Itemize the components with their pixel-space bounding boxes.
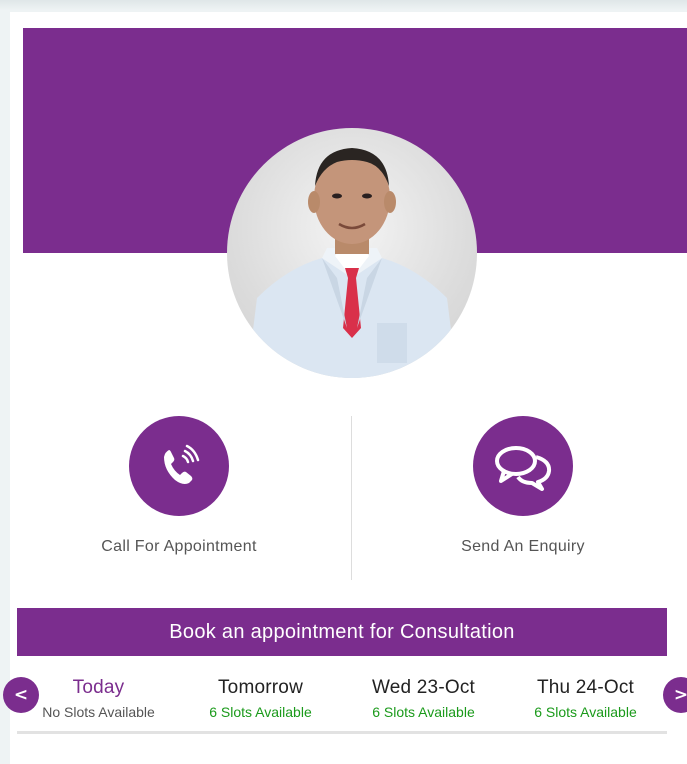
- day-label: Thu 24-Oct: [536, 677, 635, 698]
- contact-actions: Call For Appointment Send An Enquiry: [23, 416, 687, 580]
- top-shadow: [0, 0, 687, 10]
- booking-heading: Book an appointment for Consultation: [17, 608, 667, 656]
- day-slot-thu[interactable]: Thu 24-Oct 6 Slots Available: [504, 676, 667, 720]
- day-label: Tomorrow: [217, 677, 303, 698]
- chat-bubbles-icon: [473, 416, 573, 516]
- send-enquiry-label: Send An Enquiry: [461, 538, 585, 555]
- day-slot-tomorrow[interactable]: Tomorrow 6 Slots Available: [179, 676, 342, 720]
- slot-availability: 6 Slots Available: [372, 704, 475, 720]
- day-label: Wed 23-Oct: [371, 677, 476, 698]
- day-label: Today: [72, 677, 125, 698]
- actions-divider: [351, 416, 352, 580]
- call-for-appointment-button[interactable]: Call For Appointment: [23, 416, 353, 580]
- day-slot-wed[interactable]: Wed 23-Oct 6 Slots Available: [342, 676, 505, 720]
- call-for-appointment-label: Call For Appointment: [101, 538, 257, 555]
- slot-availability: 6 Slots Available: [209, 704, 312, 720]
- send-enquiry-button[interactable]: Send An Enquiry: [357, 416, 687, 580]
- phone-icon: [129, 416, 229, 516]
- doctor-photo: [227, 128, 477, 378]
- day-slot-selector: Today No Slots Available Tomorrow 6 Slot…: [17, 676, 667, 734]
- slot-availability: 6 Slots Available: [534, 704, 637, 720]
- day-slot-today[interactable]: Today No Slots Available: [17, 676, 180, 720]
- slot-availability: No Slots Available: [42, 704, 155, 720]
- previous-days-button[interactable]: <: [3, 677, 39, 713]
